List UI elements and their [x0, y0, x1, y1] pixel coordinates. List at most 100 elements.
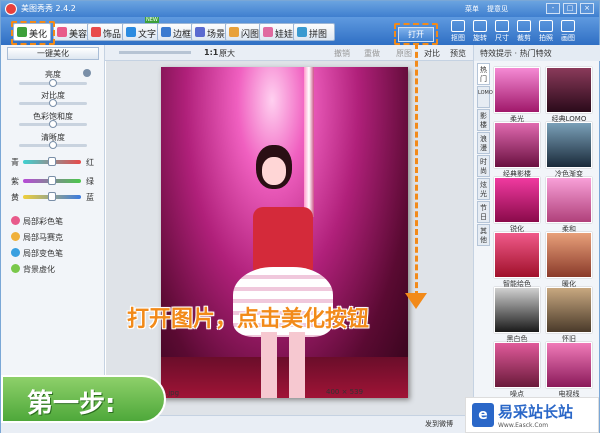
vtab-studio[interactable]: 影楼 [477, 109, 490, 131]
close-button[interactable]: × [580, 3, 594, 14]
rotate-icon [473, 20, 487, 32]
hot-effects-label: 热门特效 [519, 49, 552, 58]
blur-icon [11, 264, 20, 273]
image-dimensions: 400 × 539 [326, 388, 364, 396]
paint-icon [561, 20, 575, 32]
vtab-hot[interactable]: 热门 [477, 63, 490, 85]
weibo-share-button[interactable]: 发到微博 [425, 419, 453, 429]
reset-icon[interactable] [83, 69, 91, 77]
effect-thumb[interactable] [546, 287, 592, 333]
accessories-icon [91, 27, 101, 37]
step-label: 第一步: [1, 375, 166, 423]
slider-thumb[interactable] [49, 141, 57, 149]
photo-leg [261, 332, 277, 398]
mosaic-icon [11, 232, 20, 241]
cyan-red-slider[interactable] [23, 157, 81, 166]
effect-thumb[interactable] [546, 67, 592, 113]
resize-icon [495, 20, 509, 32]
red-label: 红 [86, 158, 94, 167]
saturation-slider[interactable] [19, 120, 87, 128]
effect-thumb[interactable] [546, 342, 592, 388]
collage-icon [297, 27, 307, 37]
brightness-slider[interactable] [19, 79, 87, 87]
vtab-fashion[interactable]: 时尚 [477, 155, 490, 177]
yellow-blue-slider[interactable] [23, 192, 81, 201]
cutout-tool[interactable]: 抠图 [447, 19, 469, 45]
local-recolor-pen[interactable]: 局部变色笔 [11, 248, 63, 259]
background-blur[interactable]: 背景虚化 [11, 264, 55, 275]
effect-thumb[interactable] [494, 342, 540, 388]
zoom-ratio[interactable]: 1:1 [204, 48, 218, 57]
draw-tool[interactable]: 画图 [557, 19, 579, 45]
tab-collage[interactable]: 拼图 [293, 23, 335, 41]
effect-thumb[interactable] [494, 287, 540, 333]
local-mosaic[interactable]: 局部马赛克 [11, 232, 63, 243]
photo-leg [289, 332, 305, 398]
app-logo-icon [5, 3, 17, 15]
main-toolbar: 美化 美容 饰品 文字 NEW 边框 场景 闪图 娃娃 拼图 抠图 旋转 尺寸 … [1, 17, 599, 45]
vtab-lomo[interactable]: LOMO [477, 86, 493, 108]
vtab-glow[interactable]: 炫光 [477, 178, 490, 200]
cyan-label: 青 [11, 158, 19, 167]
camera-icon [539, 20, 553, 32]
slider-thumb[interactable] [48, 192, 56, 201]
cutout-icon [451, 20, 465, 32]
original-size[interactable]: 原大 [219, 48, 235, 59]
effect-thumb[interactable] [494, 67, 540, 113]
one-key-beautify-button[interactable]: 一键美化 [7, 47, 99, 60]
minimize-button[interactable]: - [546, 3, 560, 14]
new-badge: NEW [145, 17, 159, 23]
slider-thumb[interactable] [48, 176, 56, 185]
vtab-festival[interactable]: 节日 [477, 201, 490, 223]
doll-icon [263, 27, 273, 37]
edited-photo[interactable] [161, 67, 408, 398]
color-pen-icon [11, 216, 20, 225]
undo-button[interactable]: 撤销 [334, 48, 350, 59]
slider-thumb[interactable] [49, 99, 57, 107]
title-links: 菜单 提意见 [465, 4, 508, 14]
recolor-pen-icon [11, 248, 20, 257]
effect-thumb[interactable] [494, 177, 540, 223]
site-watermark: e 易采站长站 Www.Easck.Com [465, 397, 599, 433]
rotate-tool[interactable]: 旋转 [469, 19, 491, 45]
effects-header: 特效提示 · 热门特效 [474, 45, 600, 61]
effect-thumb[interactable] [546, 232, 592, 278]
site-logo-icon: e [472, 403, 494, 427]
instruction-caption: 打开图片，点击美化按钮 [127, 307, 370, 332]
window-controls: - □ × [546, 3, 594, 14]
flash-icon [229, 27, 239, 37]
photo-face [262, 157, 286, 185]
slider-thumb[interactable] [49, 120, 57, 128]
vtab-other[interactable]: 其他 [477, 224, 490, 246]
right-panel: 特效提示 · 热门特效 热门 LOMO 影楼 浪漫 时尚 炫光 节日 其他 柔光… [473, 45, 600, 415]
scene-icon [195, 27, 205, 37]
preview-button[interactable]: 预览 [450, 48, 466, 59]
crop-tool[interactable]: 裁剪 [513, 19, 535, 45]
purple-green-slider[interactable] [23, 176, 81, 185]
resize-tool[interactable]: 尺寸 [491, 19, 513, 45]
site-url: Www.Easck.Com [498, 422, 549, 429]
redo-button[interactable]: 重做 [364, 48, 380, 59]
beauty-icon [57, 27, 67, 37]
crop-icon [517, 20, 531, 32]
green-label: 绿 [86, 177, 94, 186]
open-highlight [394, 23, 438, 45]
effect-thumb[interactable] [546, 122, 592, 168]
slider-thumb[interactable] [48, 157, 56, 166]
effect-thumb[interactable] [546, 177, 592, 223]
contrast-slider[interactable] [19, 99, 87, 107]
camera-tool[interactable]: 拍照 [535, 19, 557, 45]
slider-thumb[interactable] [49, 79, 57, 87]
maximize-button[interactable]: □ [563, 3, 577, 14]
local-color-pen[interactable]: 局部彩色笔 [11, 216, 63, 227]
menu-link[interactable]: 菜单 [465, 4, 479, 14]
feedback-link[interactable]: 提意见 [487, 4, 508, 14]
vtab-romance[interactable]: 浪漫 [477, 132, 490, 154]
effect-thumb[interactable] [494, 122, 540, 168]
sharpness-slider[interactable] [19, 141, 87, 149]
effect-thumb[interactable] [494, 232, 540, 278]
reset-button[interactable]: 原图 [396, 48, 412, 59]
zoom-slider[interactable] [119, 51, 191, 54]
blue-label: 蓝 [86, 193, 94, 202]
compare-button[interactable]: 对比 [424, 48, 440, 59]
